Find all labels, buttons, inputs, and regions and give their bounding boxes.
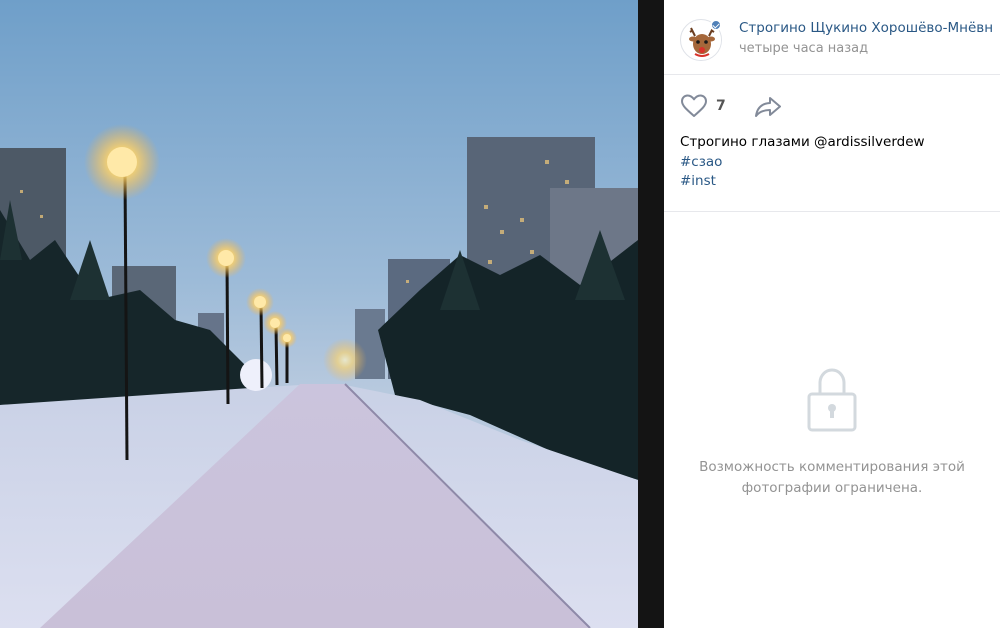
post-header: Строгино Щукино Хорошёво-Мнёвники четыре…: [664, 0, 1000, 75]
like-count: 7: [716, 98, 726, 114]
post-caption: Строгино глазами @ardissilverdew #сзао #…: [664, 123, 1000, 192]
post-side-panel: Строгино Щукино Хорошёво-Мнёвники четыре…: [664, 0, 1000, 628]
hashtag-link[interactable]: #inst: [680, 172, 716, 192]
lock-icon: [807, 368, 857, 432]
caption-text: Строгино глазами @ardissilverdew: [680, 134, 925, 150]
share-button[interactable]: [753, 95, 783, 119]
like-button[interactable]: 7: [680, 94, 726, 118]
post-actions: 7: [664, 75, 1000, 123]
comments-locked-text: Возможность комментирования этой фотогра…: [699, 459, 965, 496]
comments-locked-notice: Возможность комментирования этой фотогра…: [664, 365, 1000, 499]
photo-scene: [0, 0, 638, 628]
author-name[interactable]: Строгино Щукино Хорошёво-Мнёвники: [739, 20, 994, 36]
hashtag-link[interactable]: #сзао: [680, 153, 722, 173]
comments-divider: [664, 211, 1000, 212]
verified-check-icon: [710, 19, 722, 31]
post-photo[interactable]: [0, 0, 638, 628]
share-arrow-icon: [755, 97, 781, 117]
heart-icon: [681, 94, 707, 117]
post-time[interactable]: четыре часа назад: [739, 41, 868, 56]
viewer-divider: [638, 0, 664, 628]
